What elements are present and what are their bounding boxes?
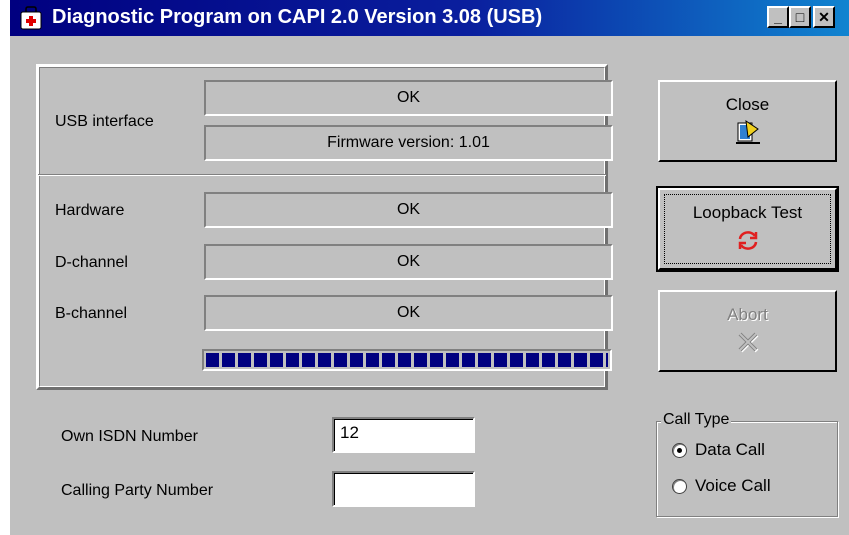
progress-fill xyxy=(206,353,608,367)
close-button[interactable]: Close xyxy=(658,80,837,162)
minimize-button[interactable]: _ xyxy=(767,6,789,28)
own-isdn-label: Own ISDN Number xyxy=(61,428,198,445)
close-button-label: Close xyxy=(725,95,770,114)
diagnostic-window: Diagnostic Program on CAPI 2.0 Version 3… xyxy=(0,0,849,535)
panel-divider xyxy=(38,174,606,176)
data-call-radio[interactable] xyxy=(672,442,687,458)
close-icon: ✕ xyxy=(818,9,830,25)
d-channel-status-box: OK xyxy=(204,244,613,280)
abort-button[interactable]: Abort xyxy=(658,290,837,372)
usb-status-box: OK xyxy=(204,80,613,116)
title-bar[interactable]: Diagnostic Program on CAPI 2.0 Version 3… xyxy=(10,0,849,36)
call-type-legend: Call Type xyxy=(661,411,732,429)
hardware-status-box: OK xyxy=(204,192,613,228)
loopback-test-button[interactable]: Loopback Test xyxy=(656,186,839,272)
usb-interface-label: USB interface xyxy=(55,113,154,130)
calling-party-label: Calling Party Number xyxy=(61,482,214,499)
b-channel-status-box: OK xyxy=(204,295,613,331)
app-icon xyxy=(20,6,42,30)
voice-call-radio[interactable] xyxy=(672,478,687,494)
voice-call-option[interactable]: Voice Call xyxy=(672,476,771,498)
data-call-option[interactable]: Data Call xyxy=(672,440,765,462)
door-exit-icon xyxy=(735,119,760,144)
b-channel-label: B-channel xyxy=(55,305,128,322)
cancel-x-icon xyxy=(738,332,758,353)
d-channel-label: D-channel xyxy=(55,254,128,271)
firmware-version-box: Firmware version: 1.01 xyxy=(204,125,613,161)
client-area: USB interface OK Firmware version: 1.01 … xyxy=(10,36,849,535)
maximize-button[interactable]: □ xyxy=(789,6,811,28)
own-isdn-input[interactable]: 12 xyxy=(332,417,475,453)
data-call-label: Data Call xyxy=(695,440,765,459)
close-window-button[interactable]: ✕ xyxy=(813,6,835,28)
abort-button-label: Abort xyxy=(727,305,768,324)
window-title: Diagnostic Program on CAPI 2.0 Version 3… xyxy=(52,6,543,28)
hardware-label: Hardware xyxy=(55,202,125,219)
voice-call-label: Voice Call xyxy=(695,476,771,495)
test-progress-bar xyxy=(202,349,612,371)
call-type-group xyxy=(656,421,838,517)
minimize-icon: _ xyxy=(774,9,782,25)
focus-rectangle xyxy=(664,194,831,264)
calling-party-input[interactable] xyxy=(332,471,475,507)
maximize-icon: □ xyxy=(795,9,805,25)
